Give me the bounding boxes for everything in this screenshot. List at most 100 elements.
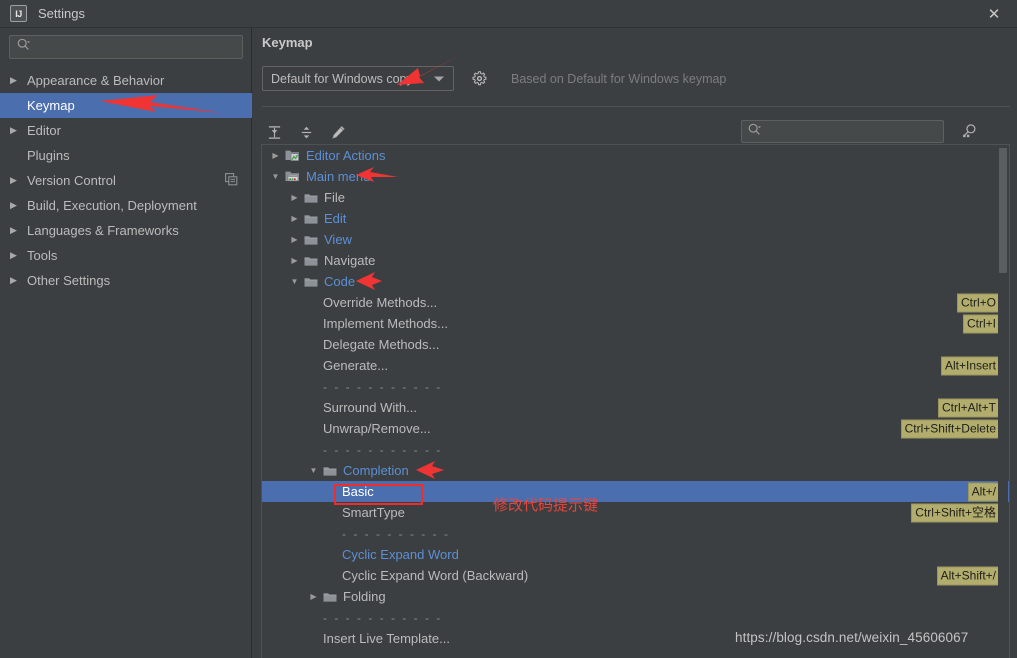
find-by-shortcut-icon	[962, 124, 975, 138]
collapse-all-button[interactable]	[295, 121, 317, 143]
sidebar-item-label: Editor	[27, 123, 61, 138]
copy-icon[interactable]	[225, 172, 238, 189]
tree-row-label: Delegate Methods...	[323, 337, 440, 352]
shortcut-badge: Ctrl+O	[956, 293, 1000, 312]
tree-vertical-scrollbar[interactable]	[998, 146, 1008, 658]
tree-row[interactable]: ▶- - - - - - - - - - -	[262, 376, 1009, 397]
tree-row-label: File	[324, 190, 345, 205]
sidebar-item-version-control[interactable]: ▶ Version Control	[0, 168, 252, 193]
sidebar-item-appearance-behavior[interactable]: ▶ Appearance & Behavior	[0, 68, 252, 93]
edit-shortcut-button[interactable]	[327, 121, 349, 143]
tree-row[interactable]: ▶ View	[262, 229, 1009, 250]
folder-icon	[304, 276, 318, 288]
chevron-right-icon[interactable]: ▶	[10, 200, 24, 211]
expand-all-button[interactable]	[263, 121, 285, 143]
tree-row[interactable]: ▶Unwrap/Remove...Ctrl+Shift+Delete	[262, 418, 1009, 439]
tree-row-label: Completion	[343, 463, 409, 478]
scrollbar-thumb[interactable]	[999, 148, 1007, 273]
sidebar-item-label: Appearance & Behavior	[27, 73, 165, 88]
tree-row-label: SmartType	[342, 505, 405, 520]
tree-row-label: Folding	[343, 589, 386, 604]
tree-row[interactable]: ▶SmartTypeCtrl+Shift+空格	[262, 502, 1009, 523]
sidebar-tree: ▶ Appearance & Behavior ▶ Keymap ▶ Edito…	[0, 68, 252, 293]
tree-row[interactable]: ▶ Folding	[262, 586, 1009, 607]
tree-row[interactable]: ▶Cyclic Expand Word	[262, 544, 1009, 565]
tree-row[interactable]: ▶ Editor Actions	[262, 145, 1009, 166]
sidebar-item-label: Keymap	[27, 98, 75, 113]
chevron-right-icon[interactable]: ▶	[10, 75, 24, 86]
chevron-down-icon[interactable]	[434, 76, 444, 81]
tree-row-label: Generate...	[323, 358, 389, 373]
folder-icon	[304, 234, 318, 246]
toolbar-icon-group	[263, 121, 349, 143]
tree-row[interactable]: ▶- - - - - - - - - - -	[262, 607, 1009, 628]
tree-row-label: Main menu	[306, 169, 371, 184]
sidebar-item-editor[interactable]: ▶ Editor	[0, 118, 252, 143]
chevron-down-icon[interactable]: ▼	[289, 276, 300, 287]
tree-row[interactable]: ▶ Edit	[262, 208, 1009, 229]
sidebar-item-plugins[interactable]: ▶ Plugins	[0, 143, 252, 168]
tree-row[interactable]: ▼ Main menu	[262, 166, 1009, 187]
chevron-down-icon[interactable]: ▼	[308, 465, 319, 476]
basic-highlight-box	[334, 484, 423, 505]
sidebar-item-keymap[interactable]: ▶ Keymap	[0, 93, 252, 118]
tree-separator: - - - - - - - - - - -	[323, 442, 443, 457]
folder-icon	[304, 192, 318, 204]
tree-separator: - - - - - - - - - -	[342, 526, 450, 541]
sidebar-item-build-execution-deployment[interactable]: ▶ Build, Execution, Deployment	[0, 193, 252, 218]
shortcut-badge: Ctrl+I	[962, 314, 1000, 333]
chevron-right-icon[interactable]: ▶	[10, 275, 24, 286]
chevron-right-icon[interactable]: ▶	[289, 255, 300, 266]
tree-row[interactable]: ▶Override Methods...Ctrl+O	[262, 292, 1009, 313]
sidebar-search-box[interactable]	[9, 35, 243, 59]
sidebar-item-label: Languages & Frameworks	[27, 223, 179, 238]
folder-icon	[323, 591, 337, 603]
tree-row[interactable]: ▶ Navigate	[262, 250, 1009, 271]
sidebar-item-other-settings[interactable]: ▶ Other Settings	[0, 268, 252, 293]
tree-row[interactable]: ▶Surround With...Ctrl+Alt+T	[262, 397, 1009, 418]
keymap-search-box[interactable]	[741, 120, 944, 143]
keymap-search-input[interactable]	[761, 124, 943, 139]
tree-row[interactable]: ▼ Completion	[262, 460, 1009, 481]
keymap-selector-row: Default for Windows copy Based on Defaul…	[262, 66, 726, 91]
tree-row-label: Cyclic Expand Word (Backward)	[342, 568, 529, 583]
folder-icon	[304, 213, 318, 225]
chevron-down-icon[interactable]: ▼	[270, 171, 281, 182]
chevron-right-icon[interactable]: ▶	[10, 125, 24, 136]
chevron-right-icon[interactable]: ▶	[10, 225, 24, 236]
window-title: Settings	[38, 6, 85, 21]
sidebar-item-languages-frameworks[interactable]: ▶ Languages & Frameworks	[0, 218, 252, 243]
chevron-right-icon[interactable]: ▶	[10, 175, 24, 186]
watermark-url: https://blog.csdn.net/weixin_45606067	[735, 630, 969, 645]
panel-divider	[262, 106, 1010, 107]
chevron-right-icon[interactable]: ▶	[10, 250, 24, 261]
keymap-select-value: Default for Windows copy	[271, 71, 413, 86]
intellij-logo-icon: IJ	[10, 5, 27, 22]
sidebar-item-tools[interactable]: ▶ Tools	[0, 243, 252, 268]
chevron-right-icon[interactable]: ▶	[270, 150, 281, 161]
tree-row[interactable]: ▶Generate...Alt+Insert	[262, 355, 1009, 376]
chevron-right-icon[interactable]: ▶	[289, 234, 300, 245]
keymap-tree[interactable]: ▶ Editor Actions ▼ Main menu ▶ File ▶ Edit ▶ View…	[261, 144, 1010, 658]
sidebar-search-input[interactable]	[30, 40, 242, 54]
tree-row[interactable]: ▶- - - - - - - - - -	[262, 523, 1009, 544]
tree-row[interactable]: ▶ File	[262, 187, 1009, 208]
chevron-right-icon[interactable]: ▶	[289, 192, 300, 203]
shortcut-badge: Ctrl+Alt+T	[937, 398, 1000, 417]
shortcut-badge: Ctrl+Shift+空格	[911, 503, 1000, 522]
close-icon[interactable]: ✕	[971, 0, 1017, 27]
tree-row[interactable]: ▼ Code	[262, 271, 1009, 292]
chevron-right-icon[interactable]: ▶	[308, 591, 319, 602]
page-title: Keymap	[262, 35, 313, 50]
title-bar: IJ Settings ✕	[0, 0, 1017, 27]
tree-row[interactable]: ▶Cyclic Expand Word (Backward)Alt+Shift+…	[262, 565, 1009, 586]
tree-row[interactable]: ▶Implement Methods...Ctrl+I	[262, 313, 1009, 334]
chevron-right-icon[interactable]: ▶	[289, 213, 300, 224]
annotation-note: 修改代码提示键	[493, 496, 599, 514]
tree-row-label: View	[324, 232, 352, 247]
tree-row[interactable]: ▶Delegate Methods...	[262, 334, 1009, 355]
keymap-settings-gear-button[interactable]	[472, 71, 487, 86]
tree-row[interactable]: ▶- - - - - - - - - - -	[262, 439, 1009, 460]
find-by-shortcut-button[interactable]	[957, 120, 981, 143]
keymap-select[interactable]: Default for Windows copy	[262, 66, 454, 91]
